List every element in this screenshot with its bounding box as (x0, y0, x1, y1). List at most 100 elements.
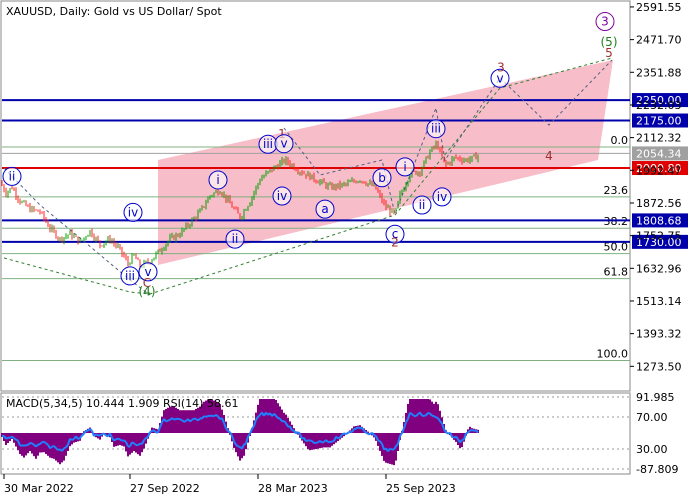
y-tick-label: 1752.75 (636, 230, 682, 243)
macd-line (377, 439, 381, 443)
y-tick-label: 1393.32 (636, 328, 682, 341)
y-tick-label: 2351.88 (636, 66, 682, 79)
macd-line (15, 438, 19, 442)
macd-line (171, 417, 175, 421)
fib-label: 23.6 (604, 184, 629, 197)
macd-line (25, 443, 29, 447)
macd-line (63, 446, 67, 450)
fib-label: 38.2 (604, 215, 629, 228)
macd-line (117, 437, 121, 441)
macd-line (27, 442, 31, 446)
macd-line (13, 437, 17, 441)
macd-line (423, 414, 427, 417)
macd-line (55, 447, 59, 451)
wave-label: iv (128, 205, 138, 219)
level-tag-label: 2175.00 (636, 115, 682, 128)
fib-label: 61.8 (604, 266, 629, 279)
macd-line (257, 414, 261, 418)
y-tick-label: 2591.55 (636, 1, 682, 14)
macd-line (409, 411, 413, 416)
y-tick-label: 2112.32 (636, 132, 682, 145)
macd-line (389, 447, 393, 451)
macd-line (167, 418, 171, 422)
macd-line (433, 415, 437, 419)
fib-label: 0.0 (611, 134, 629, 147)
wave-label: iii (125, 269, 135, 283)
macd-line (469, 429, 473, 432)
macd-line (81, 432, 85, 437)
macd-line (337, 436, 341, 440)
macd-line (237, 445, 241, 448)
price-chart: 0.023.638.250.061.8100.0 2250.002175.002… (0, 0, 688, 495)
wave-label: 3 (497, 60, 505, 74)
macd-line (243, 442, 247, 446)
macd-line (297, 431, 301, 435)
macd-line (435, 416, 439, 419)
macd-line (71, 438, 75, 441)
macd-line (353, 427, 357, 431)
macd-line (123, 439, 127, 443)
macd-line (137, 442, 141, 446)
macd-line (133, 442, 137, 446)
macd-line (345, 431, 349, 435)
macd-line (331, 440, 335, 443)
macd-line (347, 430, 351, 434)
wave-label: iv (277, 189, 287, 203)
x-tick-label: 28 Mar 2023 (258, 482, 328, 495)
macd-line (113, 438, 117, 442)
macd-line (365, 431, 369, 435)
macd-line (191, 417, 195, 421)
wave-label: iii (431, 122, 441, 136)
macd-line (165, 419, 169, 423)
macd-line (31, 442, 35, 446)
macd-line (321, 440, 325, 444)
indicator-label: MACD(5,34,5) 10.444 1.909 RSI(14) 58.61 (6, 397, 238, 410)
macd-line (49, 445, 53, 450)
macd-line (99, 433, 103, 437)
wave-label: ii (232, 232, 239, 246)
macd-line (45, 442, 49, 446)
macd-line (273, 413, 277, 417)
macd-line (77, 437, 81, 441)
chart-title: XAUUSD, Daily: Gold vs US Dollar/ Spot (6, 5, 222, 18)
indicator-tick-label: 91.985 (636, 391, 675, 404)
fib-label: 100.0 (597, 347, 629, 360)
macd-line (43, 440, 47, 445)
wave-label: (4) (139, 284, 156, 298)
macd-line (235, 443, 239, 448)
macd-line (119, 438, 123, 442)
y-tick-label: 2471.70 (636, 34, 682, 47)
macd-line (465, 431, 469, 435)
wave-label: i (403, 160, 406, 174)
wave-label: ii (9, 169, 16, 183)
wave-label: iii (263, 137, 273, 151)
macd-line (173, 418, 177, 421)
level-tag-label: 1808.68 (636, 214, 682, 227)
y-tick-label: 1513.14 (636, 295, 682, 308)
x-tick-label: 27 Sep 2022 (130, 482, 200, 495)
macd-line (341, 432, 345, 436)
macd-line (145, 436, 149, 439)
x-tick-label: 30 Mar 2022 (4, 482, 74, 495)
macd-line (131, 441, 135, 445)
indicator-tick-label: -87.809 (636, 463, 678, 476)
macd-line (179, 418, 183, 422)
macd-line (177, 417, 181, 421)
wave-label: v (280, 137, 287, 151)
macd-line (183, 420, 187, 423)
macd-line (189, 419, 193, 423)
macd-line (373, 434, 377, 437)
macd-line (11, 435, 15, 440)
macd-line (89, 428, 93, 432)
wave-label: i (216, 173, 219, 187)
macd-line (205, 415, 209, 418)
time-axis: 30 Mar 2022 27 Sep 2022 28 Mar 2023 25 Sep … (3, 474, 456, 495)
macd-line (471, 429, 475, 432)
y-tick-label: 1872.56 (636, 197, 682, 210)
wave-label: iv (437, 190, 447, 204)
macd-line (411, 413, 415, 417)
macd-line (39, 441, 43, 445)
x-tick-label: 25 Sep 2023 (386, 482, 456, 495)
indicator-tick-label: 30.00 (636, 443, 668, 456)
y-tick-label: 1273.50 (636, 360, 682, 373)
